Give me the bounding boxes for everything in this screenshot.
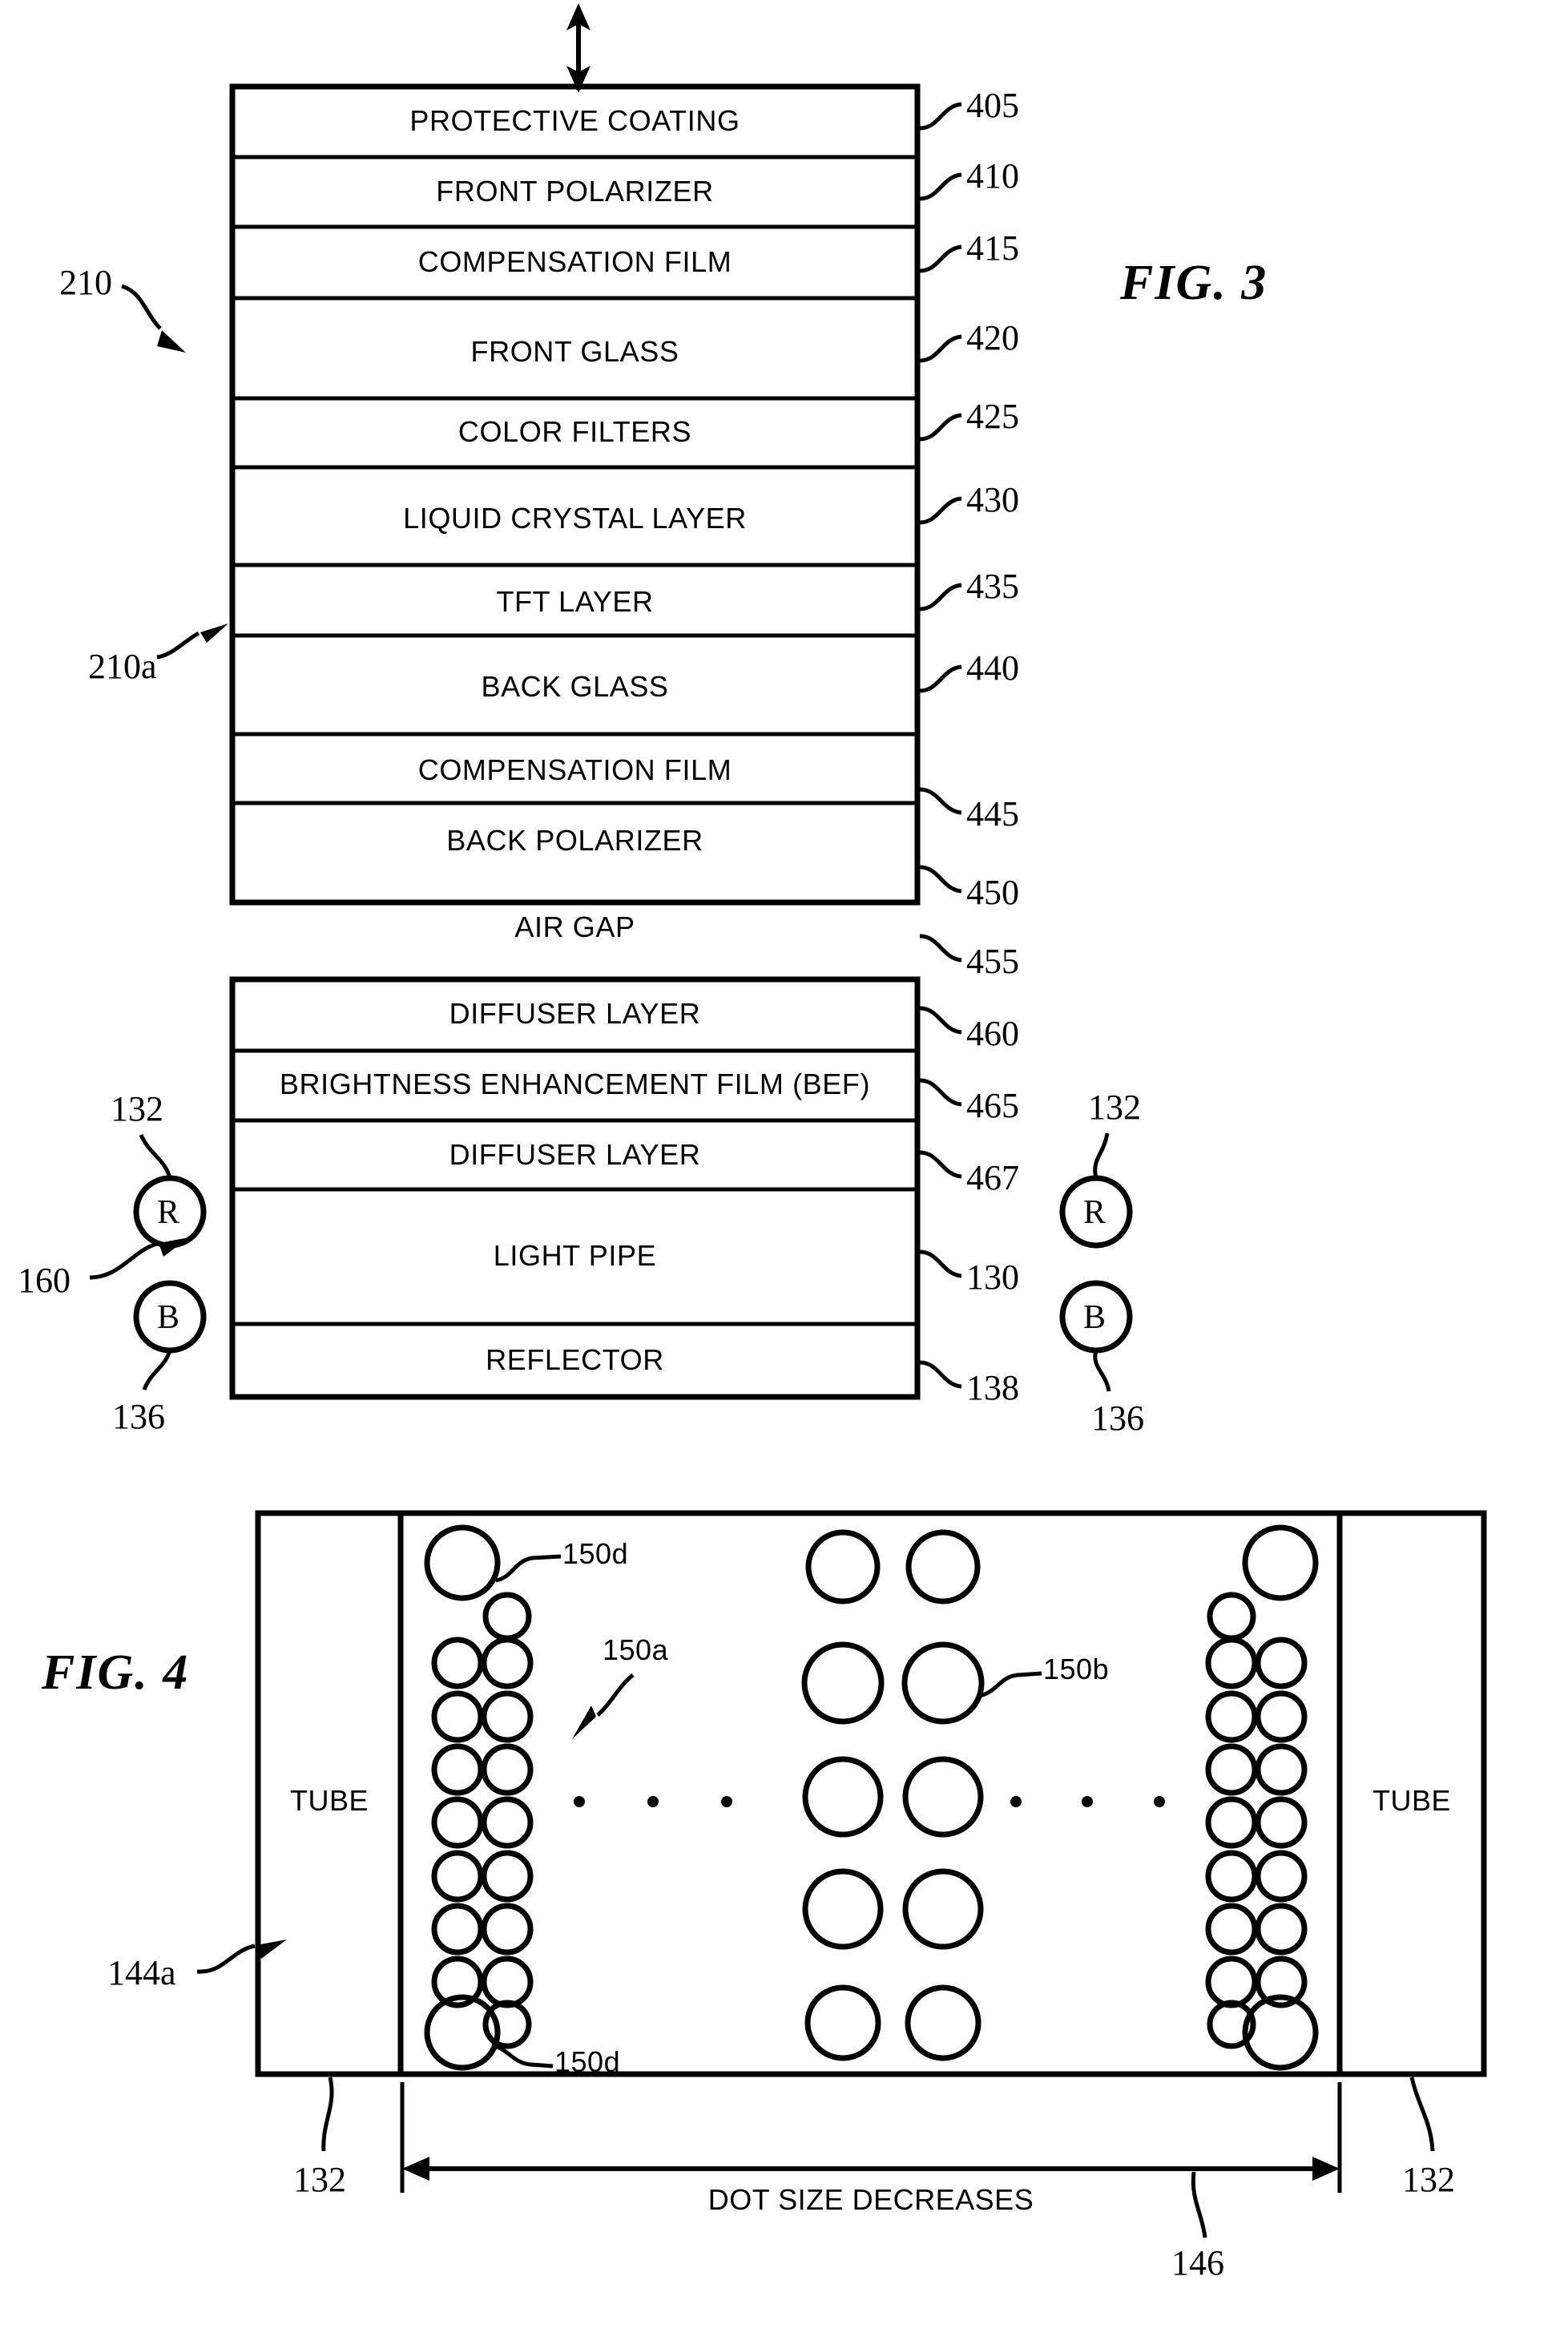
ambient-light-arrow — [566, 3, 591, 93]
layer-label-air-gap: AIR GAP — [514, 910, 635, 943]
ref-num-455: 455 — [966, 942, 1019, 981]
ref-num-138: 138 — [966, 1368, 1019, 1407]
dot-ref-150b: 150b — [1043, 1653, 1110, 1685]
ref-num-425: 425 — [966, 397, 1019, 436]
fig4-150d-bottom-leader — [491, 2043, 554, 2069]
ref-num-467: 467 — [966, 1158, 1019, 1197]
assembly-210-leader — [121, 284, 186, 353]
layer-label-bef: BRIGHTNESS ENHANCEMENT FILM (BEF) — [279, 1068, 871, 1100]
fig4-150d-top-leader — [495, 1554, 562, 1583]
layer-label-tft-layer: TFT LAYER — [496, 585, 654, 618]
dot-size-decreases-caption: DOT SIZE DECREASES — [707, 2183, 1034, 2216]
layer-label-compensation-film-back: COMPENSATION FILM — [417, 753, 732, 786]
tube-label-left: TUBE — [289, 1784, 369, 1817]
layer-label-color-filters: COLOR FILTERS — [458, 415, 692, 448]
layer-label-back-polarizer: BACK POLARIZER — [446, 824, 703, 857]
layer-label-diffuser-layer-lower: DIFFUSER LAYER — [449, 1138, 701, 1171]
layer-label-front-polarizer: FRONT POLARIZER — [436, 175, 714, 208]
assembly-ref-210: 210 — [59, 263, 112, 302]
fig4-132-right-leader — [1409, 2077, 1435, 2152]
ref-num-130: 130 — [966, 1257, 1019, 1297]
fig4-150a-leader — [572, 1673, 635, 1739]
ref-num-420: 420 — [966, 318, 1019, 357]
layer-label-light-pipe: LIGHT PIPE — [493, 1239, 657, 1272]
ref-num-415: 415 — [966, 228, 1019, 268]
figure-4-title: FIG. 4 — [42, 1645, 190, 1700]
ref-num-440: 440 — [966, 648, 1019, 688]
left-lamp-group — [133, 1133, 207, 1391]
layer-label-back-glass: BACK GLASS — [481, 670, 669, 703]
left-lamp-ref-136: 136 — [112, 1397, 165, 1436]
fig4-ellipsis-left — [574, 1796, 732, 1807]
ref-num-435: 435 — [966, 567, 1019, 606]
ref-num-465: 465 — [966, 1086, 1019, 1125]
fig4-dot-field-center — [801, 1529, 985, 2061]
layer-label-liquid-crystal-layer: LIQUID CRYSTAL LAYER — [403, 502, 747, 535]
tube-label-right: TUBE — [1372, 1784, 1451, 1817]
right-lamp-group — [1059, 1132, 1133, 1392]
panel-210a-leader — [156, 624, 228, 660]
fig4-132-left-leader — [321, 2077, 334, 2152]
left-lamp-letter-r: R — [157, 1194, 180, 1231]
dot-ref-150d-bottom: 150d — [554, 2045, 621, 2078]
ref-num-445: 445 — [966, 794, 1019, 834]
fig4-dot-field-left — [424, 1524, 534, 2071]
ref-num-460: 460 — [966, 1014, 1019, 1053]
layer-label-protective-coating: PROTECTIVE COATING — [409, 104, 740, 137]
patent-figure-sheet: FIG. 3 210 210a PROTECTIVE COATING FRONT… — [0, 0, 1568, 2329]
fig4-span-arrow — [402, 2157, 1340, 2181]
fig4-ellipsis-right — [1010, 1796, 1165, 1807]
span-ref-146: 146 — [1171, 2243, 1224, 2283]
right-lamp-letter-r: R — [1083, 1194, 1106, 1231]
panel-ref-210a: 210a — [88, 647, 157, 686]
layer-label-reflector: REFLECTOR — [486, 1343, 664, 1376]
lightpipe-ref-144a: 144a — [107, 1953, 176, 1992]
fig4-150b-leader — [978, 1671, 1042, 1698]
dot-ref-150d-top: 150d — [562, 1537, 629, 1570]
figure-3-title: FIG. 3 — [1120, 256, 1268, 310]
ref-num-410: 410 — [966, 156, 1019, 196]
reference-leaders-fig3 — [919, 102, 962, 1389]
layer-label-compensation-film-front: COMPENSATION FILM — [417, 245, 732, 278]
right-lamp-ref-132: 132 — [1088, 1088, 1141, 1127]
layer-label-diffuser-layer-upper: DIFFUSER LAYER — [449, 997, 701, 1030]
fig4-dot-field-right — [1205, 1524, 1319, 2071]
ref-num-430: 430 — [966, 480, 1019, 519]
right-lamp-letter-b: B — [1083, 1299, 1106, 1336]
tube-ref-132-left: 132 — [293, 2160, 346, 2199]
right-lamp-ref-136: 136 — [1091, 1399, 1144, 1438]
ref-num-450: 450 — [966, 873, 1019, 912]
lamp-assembly-ref-160: 160 — [18, 1261, 71, 1300]
dot-ref-150a: 150a — [603, 1633, 669, 1666]
layer-label-front-glass: FRONT GLASS — [470, 335, 679, 368]
left-lamp-letter-b: B — [157, 1299, 180, 1336]
fig4-span-dimension — [400, 2082, 1342, 2193]
ref-num-405: 405 — [966, 86, 1019, 125]
fig4-144a-leader — [196, 1939, 287, 1974]
left-lamp-ref-132: 132 — [111, 1089, 163, 1128]
tube-ref-132-right: 132 — [1402, 2160, 1455, 2199]
